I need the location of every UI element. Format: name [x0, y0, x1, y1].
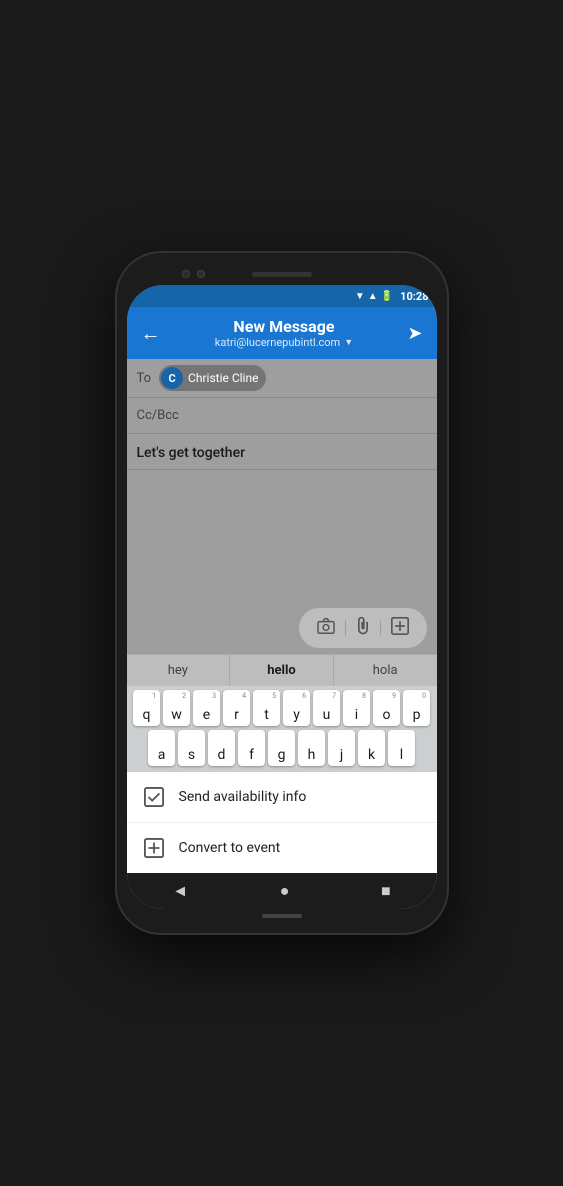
recipient-name: Christie Cline — [188, 371, 258, 385]
subject-row[interactable]: Let's get together — [127, 434, 437, 470]
status-icons: ▼ ▲ 🔋 10:28 — [355, 290, 429, 303]
signal-icon: ▲ — [368, 291, 378, 302]
front-camera — [182, 270, 190, 278]
to-label: To — [137, 371, 152, 386]
recipient-chip[interactable]: C Christie Cline — [159, 365, 266, 391]
recipient-avatar: C — [161, 367, 183, 389]
convert-event-label: Convert to event — [179, 840, 281, 856]
nav-back-button[interactable]: ◄ — [172, 881, 188, 901]
phone-screen: ▼ ▲ 🔋 10:28 ← New Message katri@lucernep… — [127, 285, 437, 909]
key-w[interactable]: 2 w — [163, 690, 190, 726]
compose-area: To C Christie Cline Cc/Bcc Let's get tog… — [127, 359, 437, 873]
key-i[interactable]: 8 i — [343, 690, 370, 726]
body-area[interactable] — [127, 470, 437, 602]
word-suggestion-bar: hey hello hola — [127, 654, 437, 686]
bottom-sheet: Send availability info Convert to event — [127, 772, 437, 873]
key-o[interactable]: 9 o — [373, 690, 400, 726]
phone-speaker — [252, 272, 312, 277]
header-title: New Message — [233, 317, 334, 336]
battery-icon: 🔋 — [381, 291, 393, 302]
keyboard-row1: 1 q 2 w 3 e 4 r — [129, 690, 435, 726]
ccbcc-label: Cc/Bcc — [137, 408, 179, 423]
key-k[interactable]: k — [358, 730, 385, 766]
key-q[interactable]: 1 q — [133, 690, 160, 726]
header-subtitle-row: katri@lucernepubintl.com ▼ — [215, 336, 353, 349]
nav-bar: ◄ ● ■ — [127, 873, 437, 909]
key-p[interactable]: 0 p — [403, 690, 430, 726]
send-availability-icon — [143, 786, 165, 808]
key-t[interactable]: 5 t — [253, 690, 280, 726]
key-j[interactable]: j — [328, 730, 355, 766]
phone-bottom-bar — [127, 909, 437, 923]
send-availability-item[interactable]: Send availability info — [127, 772, 437, 823]
back-button[interactable]: ← — [137, 317, 165, 350]
convert-event-icon — [143, 837, 165, 859]
toolbar-pill — [299, 608, 427, 648]
key-r[interactable]: 4 r — [223, 690, 250, 726]
keyboard-area: 1 q 2 w 3 e 4 r — [127, 686, 437, 772]
status-bar: ▼ ▲ 🔋 10:28 — [127, 285, 437, 307]
wifi-icon: ▼ — [355, 291, 365, 302]
nav-recent-button[interactable]: ■ — [381, 881, 391, 901]
key-y[interactable]: 6 y — [283, 690, 310, 726]
send-button[interactable]: ➤ — [403, 319, 426, 348]
subject-text: Let's get together — [137, 445, 246, 461]
bottom-pill — [262, 914, 302, 918]
to-field-row: To C Christie Cline — [127, 359, 437, 398]
app-header: ← New Message katri@lucernepubintl.com ▼… — [127, 307, 437, 359]
toolbar-divider1 — [345, 620, 346, 636]
key-d[interactable]: d — [208, 730, 235, 766]
key-e[interactable]: 3 e — [193, 690, 220, 726]
word-suggestion-hey[interactable]: hey — [127, 655, 231, 686]
add-button[interactable] — [387, 615, 413, 641]
toolbar-divider2 — [380, 620, 381, 636]
key-l[interactable]: l — [388, 730, 415, 766]
key-g[interactable]: g — [268, 730, 295, 766]
ccbcc-field-row[interactable]: Cc/Bcc — [127, 398, 437, 434]
status-time: 10:28 — [400, 290, 428, 303]
send-availability-label: Send availability info — [179, 789, 307, 805]
word-suggestion-hello[interactable]: hello — [230, 655, 334, 686]
word-suggestion-hola[interactable]: hola — [334, 655, 437, 686]
convert-event-item[interactable]: Convert to event — [127, 823, 437, 873]
keyboard-row2: a s d f g h — [129, 730, 435, 766]
phone-frame: ▼ ▲ 🔋 10:28 ← New Message katri@lucernep… — [117, 253, 447, 933]
key-f[interactable]: f — [238, 730, 265, 766]
camera-button[interactable] — [313, 616, 339, 640]
from-dropdown-arrow[interactable]: ▼ — [344, 337, 353, 348]
key-h[interactable]: h — [298, 730, 325, 766]
compose-toolbar — [127, 602, 437, 654]
header-title-group: New Message katri@lucernepubintl.com ▼ — [165, 317, 404, 349]
key-u[interactable]: 7 u — [313, 690, 340, 726]
nav-home-button[interactable]: ● — [280, 881, 290, 901]
key-a[interactable]: a — [148, 730, 175, 766]
key-s[interactable]: s — [178, 730, 205, 766]
header-from-email: katri@lucernepubintl.com — [215, 336, 340, 349]
front-camera2 — [197, 270, 205, 278]
phone-top-notch — [127, 263, 437, 285]
attach-button[interactable] — [352, 614, 374, 642]
